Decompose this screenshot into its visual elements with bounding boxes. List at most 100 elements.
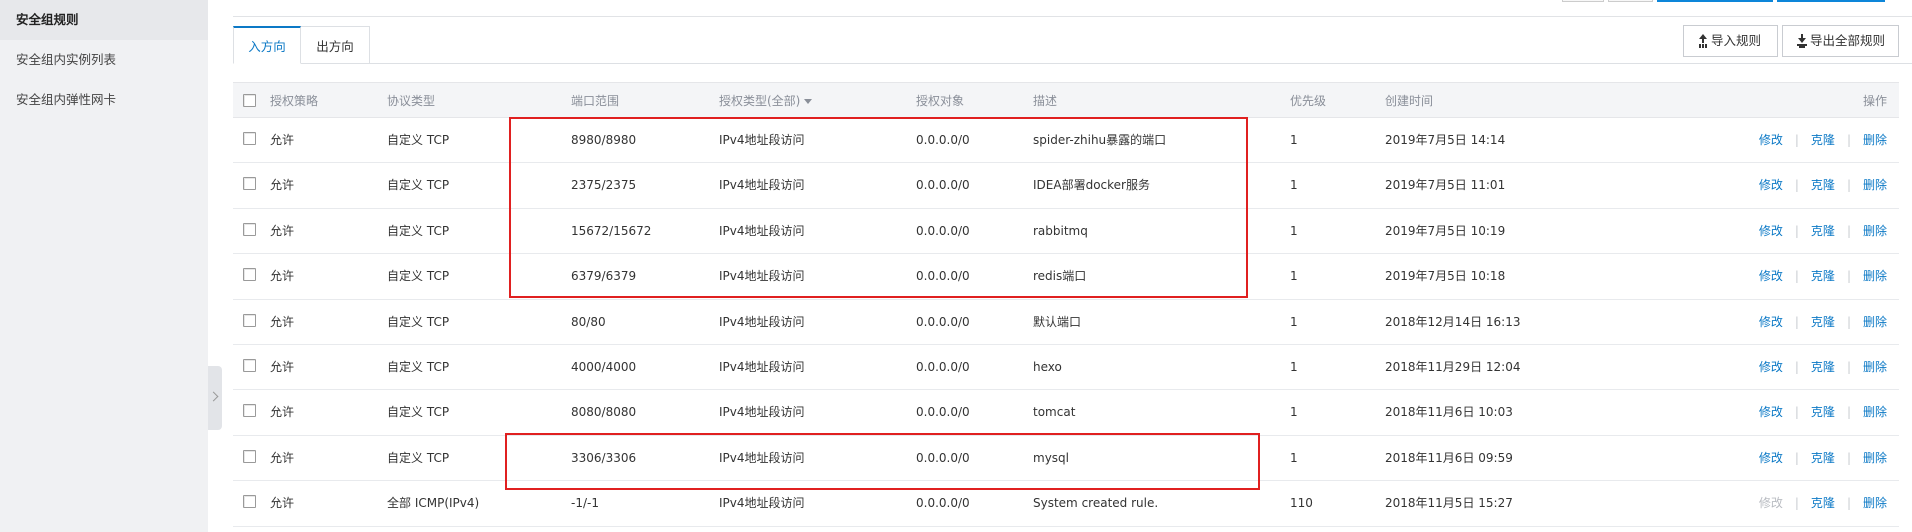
delete-link[interactable]: 删除 (1863, 315, 1887, 329)
cell-created: 2018年11月6日 10:03 (1385, 405, 1513, 420)
sidebar-collapse-handle[interactable] (208, 366, 222, 430)
cell-policy: 允许 (270, 133, 295, 147)
row-checkbox[interactable] (243, 268, 256, 282)
row-checkbox[interactable] (243, 449, 256, 463)
row-actions: 修改 | 克隆 | 删除 (1759, 300, 1887, 345)
sidebar-item-security-rules[interactable]: 安全组规则 (0, 0, 208, 40)
edit-link[interactable]: 修改 (1759, 405, 1783, 419)
tab-outbound[interactable]: 出方向 (300, 26, 370, 64)
cell-protocol: 自定义 TCP (387, 450, 450, 465)
separator: | (1846, 133, 1851, 147)
table-row: 允许 自定义 TCP 4000/4000 IPv4地址段访问 0.0.0.0/0 hexo… (233, 345, 1899, 391)
delete-link[interactable]: 删除 (1863, 405, 1887, 419)
export-all-rules-button[interactable]: 导出全部规则 (1782, 25, 1899, 57)
header-priority: 优先级 (1290, 94, 1327, 108)
header-button-partial[interactable] (1562, 0, 1604, 2)
table-row: 允许 全部 ICMP(IPv4) -1/-1 IPv4地址段访问 0.0.0.0/0 Sy… (233, 481, 1899, 527)
row-checkbox[interactable] (243, 495, 256, 509)
clone-link[interactable]: 克隆 (1811, 224, 1835, 238)
clone-link[interactable]: 克隆 (1811, 133, 1835, 147)
select-all-checkbox[interactable] (243, 94, 256, 107)
row-actions: 修改 | 克隆 | 删除 (1759, 345, 1887, 390)
page-header (233, 0, 1912, 17)
import-rules-button[interactable]: 导入规则 (1683, 25, 1778, 57)
cell-created: 2019年7月5日 10:18 (1385, 269, 1506, 284)
header-primary-button-partial[interactable] (1657, 0, 1773, 2)
sidebar-item-eni[interactable]: 安全组内弹性网卡 (0, 80, 208, 120)
row-checkbox[interactable] (243, 313, 256, 327)
separator: | (1794, 496, 1799, 511)
cell-protocol: 自定义 TCP (387, 359, 450, 374)
cell-priority: 110 (1290, 496, 1313, 511)
edit-link[interactable]: 修改 (1759, 133, 1783, 147)
cell-priority: 1 (1290, 450, 1298, 465)
edit-link[interactable]: 修改 (1759, 315, 1783, 329)
clone-link[interactable]: 克隆 (1811, 360, 1835, 374)
edit-link[interactable]: 修改 (1759, 178, 1783, 192)
delete-link[interactable]: 删除 (1863, 269, 1887, 283)
separator: | (1794, 405, 1799, 420)
header-created: 创建时间 (1385, 94, 1434, 108)
separator: | (1846, 314, 1851, 329)
header-button-partial[interactable] (1608, 0, 1653, 2)
clone-link[interactable]: 克隆 (1811, 178, 1835, 192)
delete-link[interactable]: 删除 (1863, 224, 1887, 238)
clone-link[interactable]: 克隆 (1811, 315, 1835, 329)
clone-link[interactable]: 克隆 (1811, 496, 1835, 510)
table-row: 允许 自定义 TCP 3306/3306 IPv4地址段访问 0.0.0.0/0 mysq… (233, 436, 1899, 482)
cell-description: IDEA部署docker服务 (1033, 178, 1150, 193)
clone-link[interactable]: 克隆 (1811, 405, 1835, 419)
header-actions: 操作 (1862, 94, 1887, 108)
cell-created: 2018年11月29日 12:04 (1385, 359, 1521, 374)
row-checkbox[interactable] (243, 222, 256, 236)
table-body: 允许 自定义 TCP 8980/8980 IPv4地址段访问 0.0.0.0/0 spid… (233, 118, 1899, 527)
table-row: 允许 自定义 TCP 15672/15672 IPv4地址段访问 0.0.0.0/0 ra… (233, 209, 1899, 255)
separator: | (1794, 269, 1799, 284)
cell-port: 8080/8080 (571, 405, 637, 420)
cell-description: redis端口 (1033, 269, 1087, 284)
cell-port: 80/80 (571, 314, 606, 329)
delete-link[interactable]: 删除 (1863, 360, 1887, 374)
separator: | (1846, 450, 1851, 465)
cell-protocol: 自定义 TCP (387, 405, 450, 420)
cell-auth-type: IPv4地址段访问 (719, 223, 805, 238)
edit-link[interactable]: 修改 (1759, 360, 1783, 374)
clone-link[interactable]: 克隆 (1811, 269, 1835, 283)
delete-link[interactable]: 删除 (1863, 178, 1887, 192)
cell-auth-object: 0.0.0.0/0 (916, 496, 970, 511)
header-port: 端口范围 (571, 94, 620, 108)
row-checkbox[interactable] (243, 358, 256, 372)
separator: | (1794, 223, 1799, 238)
delete-link[interactable]: 删除 (1863, 451, 1887, 465)
row-checkbox[interactable] (243, 177, 256, 191)
cell-policy: 允许 (270, 223, 295, 238)
cell-created: 2019年7月5日 14:14 (1385, 133, 1506, 147)
header-primary-button-partial[interactable] (1777, 0, 1885, 2)
cell-auth-type: IPv4地址段访问 (719, 269, 805, 284)
separator: | (1794, 178, 1799, 193)
tab-inbound[interactable]: 入方向 (233, 26, 301, 64)
separator: | (1794, 314, 1799, 329)
edit-link[interactable]: 修改 (1759, 224, 1783, 238)
security-rules-table: 授权策略 协议类型 端口范围 授权类型(全部) 授权对象 描述 优先级 创建时间… (233, 82, 1899, 527)
separator: | (1794, 133, 1799, 147)
cell-priority: 1 (1290, 178, 1298, 193)
cell-auth-object: 0.0.0.0/0 (916, 359, 970, 374)
row-checkbox[interactable] (243, 132, 256, 145)
separator: | (1846, 223, 1851, 238)
table-row: 允许 自定义 TCP 2375/2375 IPv4地址段访问 0.0.0.0/0 IDEA… (233, 163, 1899, 209)
row-checkbox[interactable] (243, 404, 256, 418)
header-auth-object: 授权对象 (916, 94, 965, 108)
clone-link[interactable]: 克隆 (1811, 451, 1835, 465)
sidebar-item-instance-list[interactable]: 安全组内实例列表 (0, 40, 208, 80)
delete-link[interactable]: 删除 (1863, 133, 1887, 147)
edit-link[interactable]: 修改 (1759, 269, 1783, 283)
header-auth-type[interactable]: 授权类型(全部) (719, 83, 813, 119)
cell-auth-object: 0.0.0.0/0 (916, 133, 970, 147)
header-policy: 授权策略 (270, 94, 319, 108)
cell-description: hexo (1033, 359, 1062, 374)
edit-link[interactable]: 修改 (1759, 451, 1783, 465)
cell-auth-object: 0.0.0.0/0 (916, 450, 970, 465)
delete-link[interactable]: 删除 (1863, 496, 1887, 510)
cell-priority: 1 (1290, 269, 1298, 284)
